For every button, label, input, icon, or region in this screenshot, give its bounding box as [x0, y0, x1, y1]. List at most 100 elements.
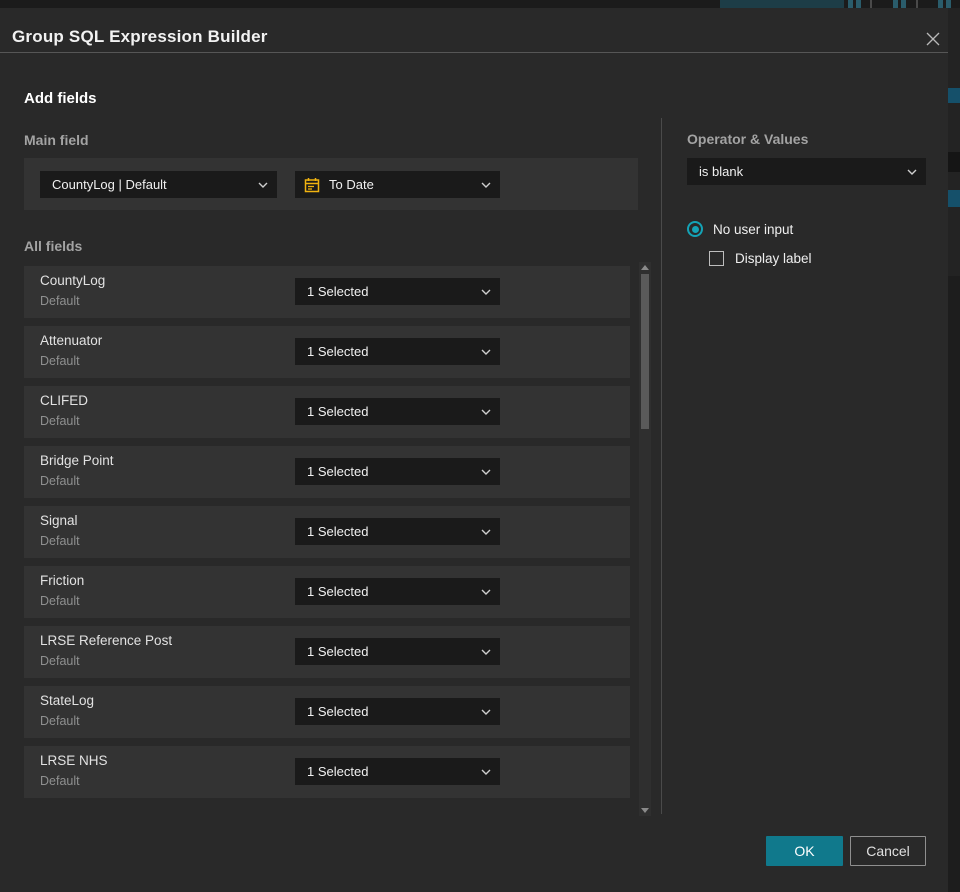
field-row: Bridge Point Default 1 Selected: [24, 446, 630, 498]
field-selection-dropdown[interactable]: 1 Selected: [295, 758, 500, 785]
toolbar-bar-icon: [901, 0, 906, 8]
field-subtitle: Default: [40, 414, 80, 428]
chevron-down-icon: [481, 289, 491, 295]
chevron-down-icon: [481, 349, 491, 355]
main-field-label: Main field: [24, 132, 89, 148]
background-item: [948, 276, 960, 892]
field-selection-dropdown[interactable]: 1 Selected: [295, 338, 500, 365]
live-view-button[interactable]: Live view: [720, 0, 844, 8]
background-item: [948, 190, 960, 207]
chevron-down-icon: [907, 169, 917, 175]
chevron-down-icon: [481, 649, 491, 655]
date-field-dropdown[interactable]: To Date: [295, 171, 500, 198]
checkbox-unchecked-icon[interactable]: [709, 251, 724, 266]
selected-count: 1 Selected: [307, 464, 369, 479]
field-name: Signal: [40, 513, 78, 528]
field-row: Signal Default 1 Selected: [24, 506, 630, 558]
list-scrollbar[interactable]: [639, 262, 651, 816]
title-divider: [0, 52, 948, 53]
toolbar-separator: [916, 0, 918, 8]
background-app-edge: [948, 8, 960, 892]
cancel-button[interactable]: Cancel: [850, 836, 926, 866]
background-app-strip: Live view: [0, 0, 960, 8]
field-row: Attenuator Default 1 Selected: [24, 326, 630, 378]
field-selection-dropdown[interactable]: 1 Selected: [295, 578, 500, 605]
field-name: Attenuator: [40, 333, 103, 348]
field-selection-dropdown[interactable]: 1 Selected: [295, 698, 500, 725]
selected-count: 1 Selected: [307, 644, 369, 659]
toolbar-separator: [870, 0, 872, 8]
chevron-down-icon: [481, 182, 491, 188]
chevron-down-icon: [481, 409, 491, 415]
radio-dot: [691, 225, 699, 233]
operator-dropdown-value: is blank: [699, 164, 744, 179]
toolbar-bar-icon: [893, 0, 898, 8]
radio-selected-icon[interactable]: [687, 221, 703, 237]
ok-button[interactable]: OK: [766, 836, 843, 866]
field-subtitle: Default: [40, 714, 80, 728]
no-user-input-radio[interactable]: No user input: [687, 221, 793, 237]
scroll-down-arrow-icon[interactable]: [641, 808, 649, 813]
background-item: [948, 152, 960, 172]
field-subtitle: Default: [40, 294, 80, 308]
scroll-up-arrow-icon[interactable]: [641, 265, 649, 270]
selected-count: 1 Selected: [307, 764, 369, 779]
field-selection-dropdown[interactable]: 1 Selected: [295, 518, 500, 545]
field-name: CountyLog: [40, 273, 106, 288]
chevron-down-icon: [258, 182, 268, 188]
selected-count: 1 Selected: [307, 344, 369, 359]
display-label-checkbox[interactable]: Display label: [709, 251, 812, 266]
field-subtitle: Default: [40, 654, 80, 668]
main-field-dropdown-value: CountyLog | Default: [52, 177, 167, 192]
selected-count: 1 Selected: [307, 524, 369, 539]
scrollbar-thumb[interactable]: [641, 274, 649, 429]
field-subtitle: Default: [40, 594, 80, 608]
chevron-down-icon: [481, 469, 491, 475]
group-sql-expression-builder-dialog: Group SQL Expression Builder Add fields …: [0, 8, 948, 892]
field-row: LRSE NHS Default 1 Selected: [24, 746, 630, 798]
chevron-down-icon: [481, 709, 491, 715]
all-fields-label: All fields: [24, 238, 83, 254]
close-button[interactable]: [920, 26, 946, 52]
no-user-input-label: No user input: [713, 221, 794, 237]
field-subtitle: Default: [40, 354, 80, 368]
dialog-title: Group SQL Expression Builder: [12, 27, 268, 46]
close-icon: [926, 32, 940, 46]
selected-count: 1 Selected: [307, 284, 369, 299]
operator-values-label: Operator & Values: [687, 131, 809, 147]
field-name: Friction: [40, 573, 85, 588]
field-row: StateLog Default 1 Selected: [24, 686, 630, 738]
field-name: LRSE NHS: [40, 753, 108, 768]
display-label-text: Display label: [735, 251, 812, 266]
field-name: LRSE Reference Post: [40, 633, 173, 648]
field-subtitle: Default: [40, 534, 80, 548]
field-row: LRSE Reference Post Default 1 Selected: [24, 626, 630, 678]
toolbar-bar-icon: [938, 0, 943, 8]
toolbar-bar-icon: [946, 0, 951, 8]
toolbar-bar-icon: [856, 0, 861, 8]
field-row: CLIFED Default 1 Selected: [24, 386, 630, 438]
chevron-down-icon: [481, 769, 491, 775]
date-dropdown-value: To Date: [329, 177, 374, 192]
field-name: CLIFED: [40, 393, 89, 408]
field-row: CountyLog Default 1 Selected: [24, 266, 630, 318]
operator-dropdown[interactable]: is blank: [687, 158, 926, 185]
calendar-icon: [304, 177, 320, 192]
field-selection-dropdown[interactable]: 1 Selected: [295, 278, 500, 305]
selected-count: 1 Selected: [307, 404, 369, 419]
field-subtitle: Default: [40, 774, 80, 788]
field-selection-dropdown[interactable]: 1 Selected: [295, 458, 500, 485]
toolbar-bar-icon: [848, 0, 853, 8]
main-field-panel: CountyLog | Default To Date: [24, 158, 638, 210]
chevron-down-icon: [481, 529, 491, 535]
selected-count: 1 Selected: [307, 704, 369, 719]
field-name: Bridge Point: [40, 453, 114, 468]
field-row: Friction Default 1 Selected: [24, 566, 630, 618]
background-item: [948, 88, 960, 103]
field-subtitle: Default: [40, 474, 80, 488]
field-selection-dropdown[interactable]: 1 Selected: [295, 398, 500, 425]
main-field-dropdown[interactable]: CountyLog | Default: [40, 171, 277, 198]
field-name: StateLog: [40, 693, 95, 708]
field-selection-dropdown[interactable]: 1 Selected: [295, 638, 500, 665]
chevron-down-icon: [481, 589, 491, 595]
